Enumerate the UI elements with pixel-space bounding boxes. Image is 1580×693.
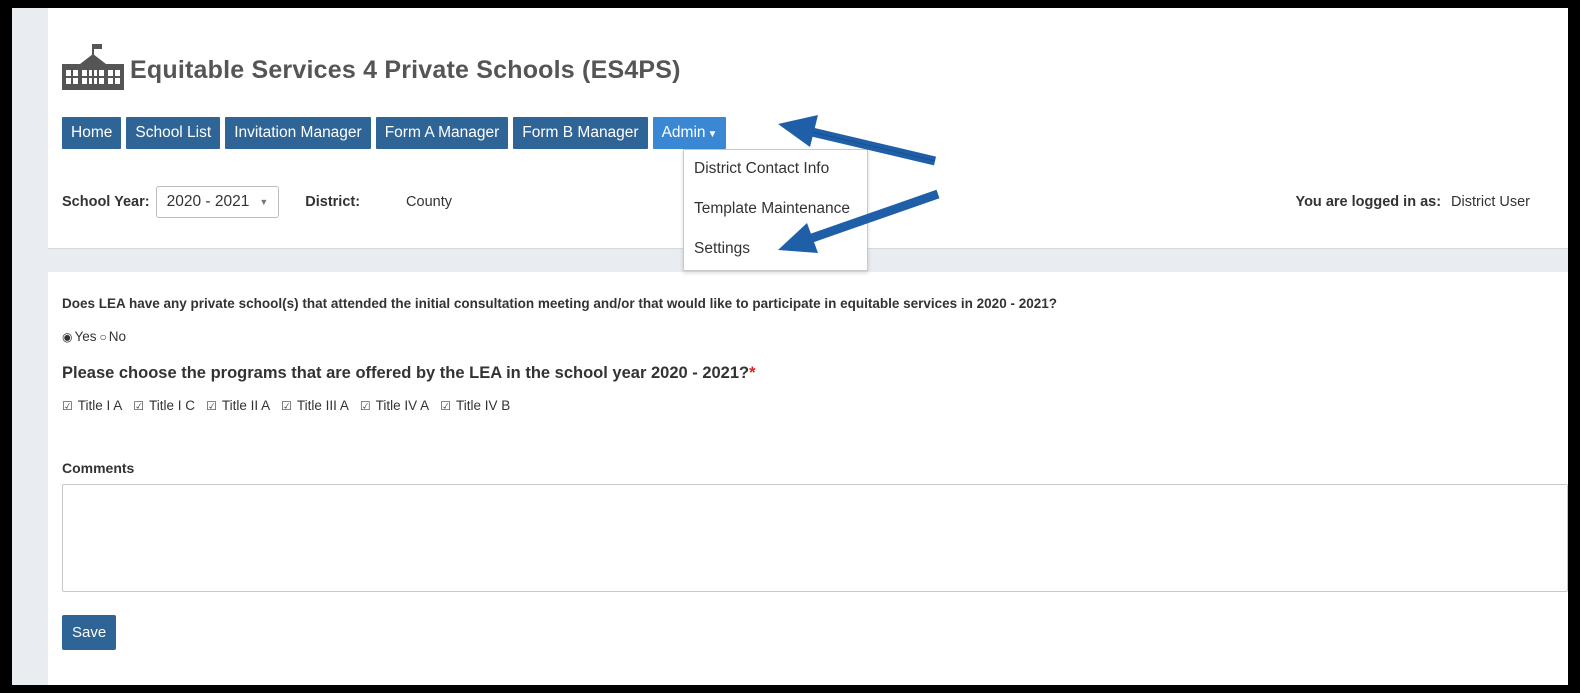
radio-unchecked-icon: ○ bbox=[99, 329, 107, 344]
nav-admin-dropdown-button[interactable]: Admin ▼ bbox=[652, 117, 727, 149]
programs-checkbox-group: ☑ Title I A ☑ Title I C ☑ Title II A ☑ T… bbox=[62, 398, 510, 413]
checkbox-checked-icon: ☑ bbox=[133, 398, 145, 413]
checkbox-title-iv-b[interactable]: ☑ Title IV B bbox=[440, 398, 510, 413]
radio-checked-icon: ◉ bbox=[62, 329, 73, 344]
checkbox-label: Title IV B bbox=[455, 398, 511, 413]
checkbox-checked-icon: ☑ bbox=[440, 398, 451, 413]
nav-admin-label: Admin bbox=[661, 124, 706, 141]
school-year-label: School Year: bbox=[62, 194, 150, 210]
nav-home-button[interactable]: Home bbox=[62, 117, 122, 149]
admin-dropdown-menu: District Contact Info Template Maintenan… bbox=[683, 149, 868, 271]
app-header: Equitable Services 4 Private Schools (ES… bbox=[60, 44, 681, 90]
app-title: Equitable Services 4 Private Schools (ES… bbox=[130, 55, 681, 84]
participation-question: Does LEA have any private school(s) that… bbox=[62, 296, 1057, 311]
menu-item-settings[interactable]: Settings bbox=[684, 230, 867, 270]
checkbox-checked-icon: ☑ bbox=[62, 398, 73, 413]
checkbox-checked-icon: ☑ bbox=[206, 398, 217, 413]
nav-invitation-manager-button[interactable]: Invitation Manager bbox=[225, 117, 371, 149]
caret-down-icon: ▼ bbox=[707, 129, 718, 140]
checkbox-checked-icon: ☑ bbox=[281, 398, 292, 413]
participation-radio-group: ◉ Yes ○ No bbox=[62, 329, 126, 344]
checkbox-label: Title III A bbox=[296, 398, 349, 413]
logged-in-info: You are logged in as: District User bbox=[1295, 194, 1530, 210]
comments-label: Comments bbox=[62, 460, 135, 476]
programs-heading-text: Please choose the programs that are offe… bbox=[62, 364, 750, 382]
checkbox-label: Title II A bbox=[221, 398, 271, 413]
checkbox-title-iii-a[interactable]: ☑ Title III A bbox=[281, 398, 349, 413]
logged-in-user: District User bbox=[1451, 194, 1530, 210]
nav-form-a-manager-button[interactable]: Form A Manager bbox=[375, 117, 509, 149]
radio-yes[interactable]: ◉ Yes bbox=[62, 329, 97, 344]
chevron-down-icon: ▼ bbox=[259, 197, 269, 207]
district-label: District: bbox=[305, 194, 361, 210]
checkbox-title-ii-a[interactable]: ☑ Title II A bbox=[206, 398, 270, 413]
programs-heading: Please choose the programs that are offe… bbox=[62, 364, 756, 383]
checkbox-label: Title I A bbox=[77, 398, 123, 413]
checkbox-title-i-c[interactable]: ☑ Title I C bbox=[133, 398, 195, 413]
nav-form-b-manager-button[interactable]: Form B Manager bbox=[513, 117, 648, 149]
checkbox-checked-icon: ☑ bbox=[359, 398, 371, 413]
logged-in-label: You are logged in as: bbox=[1295, 194, 1442, 210]
checkbox-title-i-a[interactable]: ☑ Title I A bbox=[62, 398, 122, 413]
radio-no[interactable]: ○ No bbox=[100, 329, 127, 344]
radio-no-label: No bbox=[108, 329, 127, 344]
district-value: County bbox=[406, 194, 452, 210]
radio-yes-label: Yes bbox=[74, 329, 97, 344]
menu-item-district-contact-info[interactable]: District Contact Info bbox=[684, 150, 867, 190]
comments-textarea[interactable] bbox=[62, 484, 1568, 592]
required-marker: * bbox=[749, 364, 756, 382]
page-frame: Equitable Services 4 Private Schools (ES… bbox=[12, 8, 1568, 685]
checkbox-label: Title I C bbox=[149, 398, 196, 413]
main-nav: Home School List Invitation Manager Form… bbox=[62, 117, 727, 149]
save-button[interactable]: Save bbox=[62, 615, 117, 650]
filter-bar: School Year: 2020 - 2021 ▼ District: Cou… bbox=[62, 186, 452, 218]
school-building-icon bbox=[62, 44, 124, 90]
menu-item-template-maintenance[interactable]: Template Maintenance bbox=[684, 190, 867, 230]
checkbox-label: Title IV A bbox=[375, 398, 430, 413]
main-form-card: Does LEA have any private school(s) that… bbox=[48, 272, 1568, 685]
school-year-select[interactable]: 2020 - 2021 ▼ bbox=[155, 186, 280, 218]
checkbox-title-iv-a[interactable]: ☑ Title IV A bbox=[360, 398, 429, 413]
school-year-value: 2020 - 2021 bbox=[166, 193, 250, 210]
nav-school-list-button[interactable]: School List bbox=[126, 117, 221, 149]
